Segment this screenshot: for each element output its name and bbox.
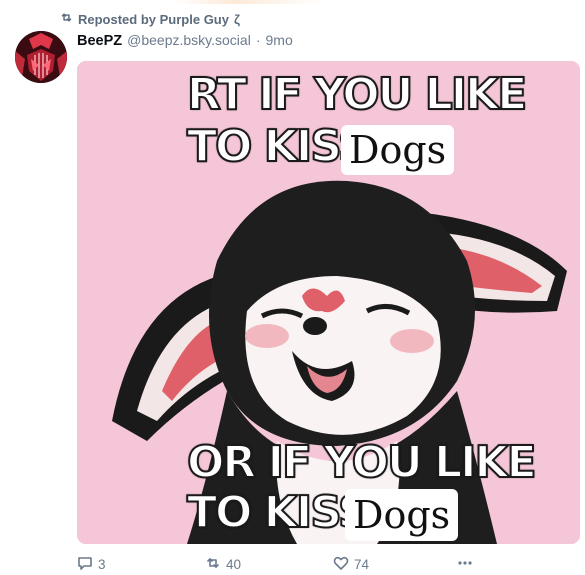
repost-icon bbox=[205, 555, 221, 574]
meme-line-4: TO KISS bbox=[186, 487, 371, 538]
meme-dogs-box-1: Dogs bbox=[341, 125, 455, 175]
post-image[interactable]: RT IF YOU LIKE TO KISS Dogs OR IF YOU LI… bbox=[77, 61, 580, 544]
more-options-button[interactable] bbox=[457, 555, 473, 573]
like-count: 74 bbox=[354, 556, 370, 572]
post-timestamp[interactable]: 9mo bbox=[266, 32, 293, 48]
repost-count: 40 bbox=[226, 556, 242, 572]
top-edge-strip bbox=[0, 0, 585, 4]
reply-count: 3 bbox=[98, 556, 106, 572]
repost-small-icon bbox=[60, 11, 73, 27]
repost-button[interactable]: 40 bbox=[205, 555, 241, 573]
like-icon bbox=[333, 555, 349, 574]
post-actions: 3 40 74 bbox=[77, 555, 497, 573]
reply-button[interactable]: 3 bbox=[77, 555, 106, 573]
meme-dogs-box-2: Dogs bbox=[345, 489, 459, 541]
header-separator: · bbox=[255, 32, 261, 48]
repost-label: Reposted by Purple Guy bbox=[78, 11, 229, 27]
repost-indicator[interactable]: Reposted by Purple Guy ζ bbox=[60, 11, 240, 27]
meme-line-1: RT IF YOU LIKE bbox=[186, 69, 528, 120]
like-button[interactable]: 74 bbox=[333, 555, 369, 573]
meme-line-3: OR IF YOU LIKE bbox=[186, 437, 538, 488]
repost-suffix: ζ bbox=[233, 11, 240, 27]
author-handle[interactable]: @beepz.bsky.social bbox=[127, 32, 251, 48]
avatar[interactable] bbox=[15, 31, 67, 83]
more-icon bbox=[457, 555, 473, 574]
author-name[interactable]: BeePZ bbox=[77, 33, 122, 49]
post-header: BeePZ @beepz.bsky.social · 9mo bbox=[77, 32, 293, 50]
reply-icon bbox=[77, 555, 93, 574]
